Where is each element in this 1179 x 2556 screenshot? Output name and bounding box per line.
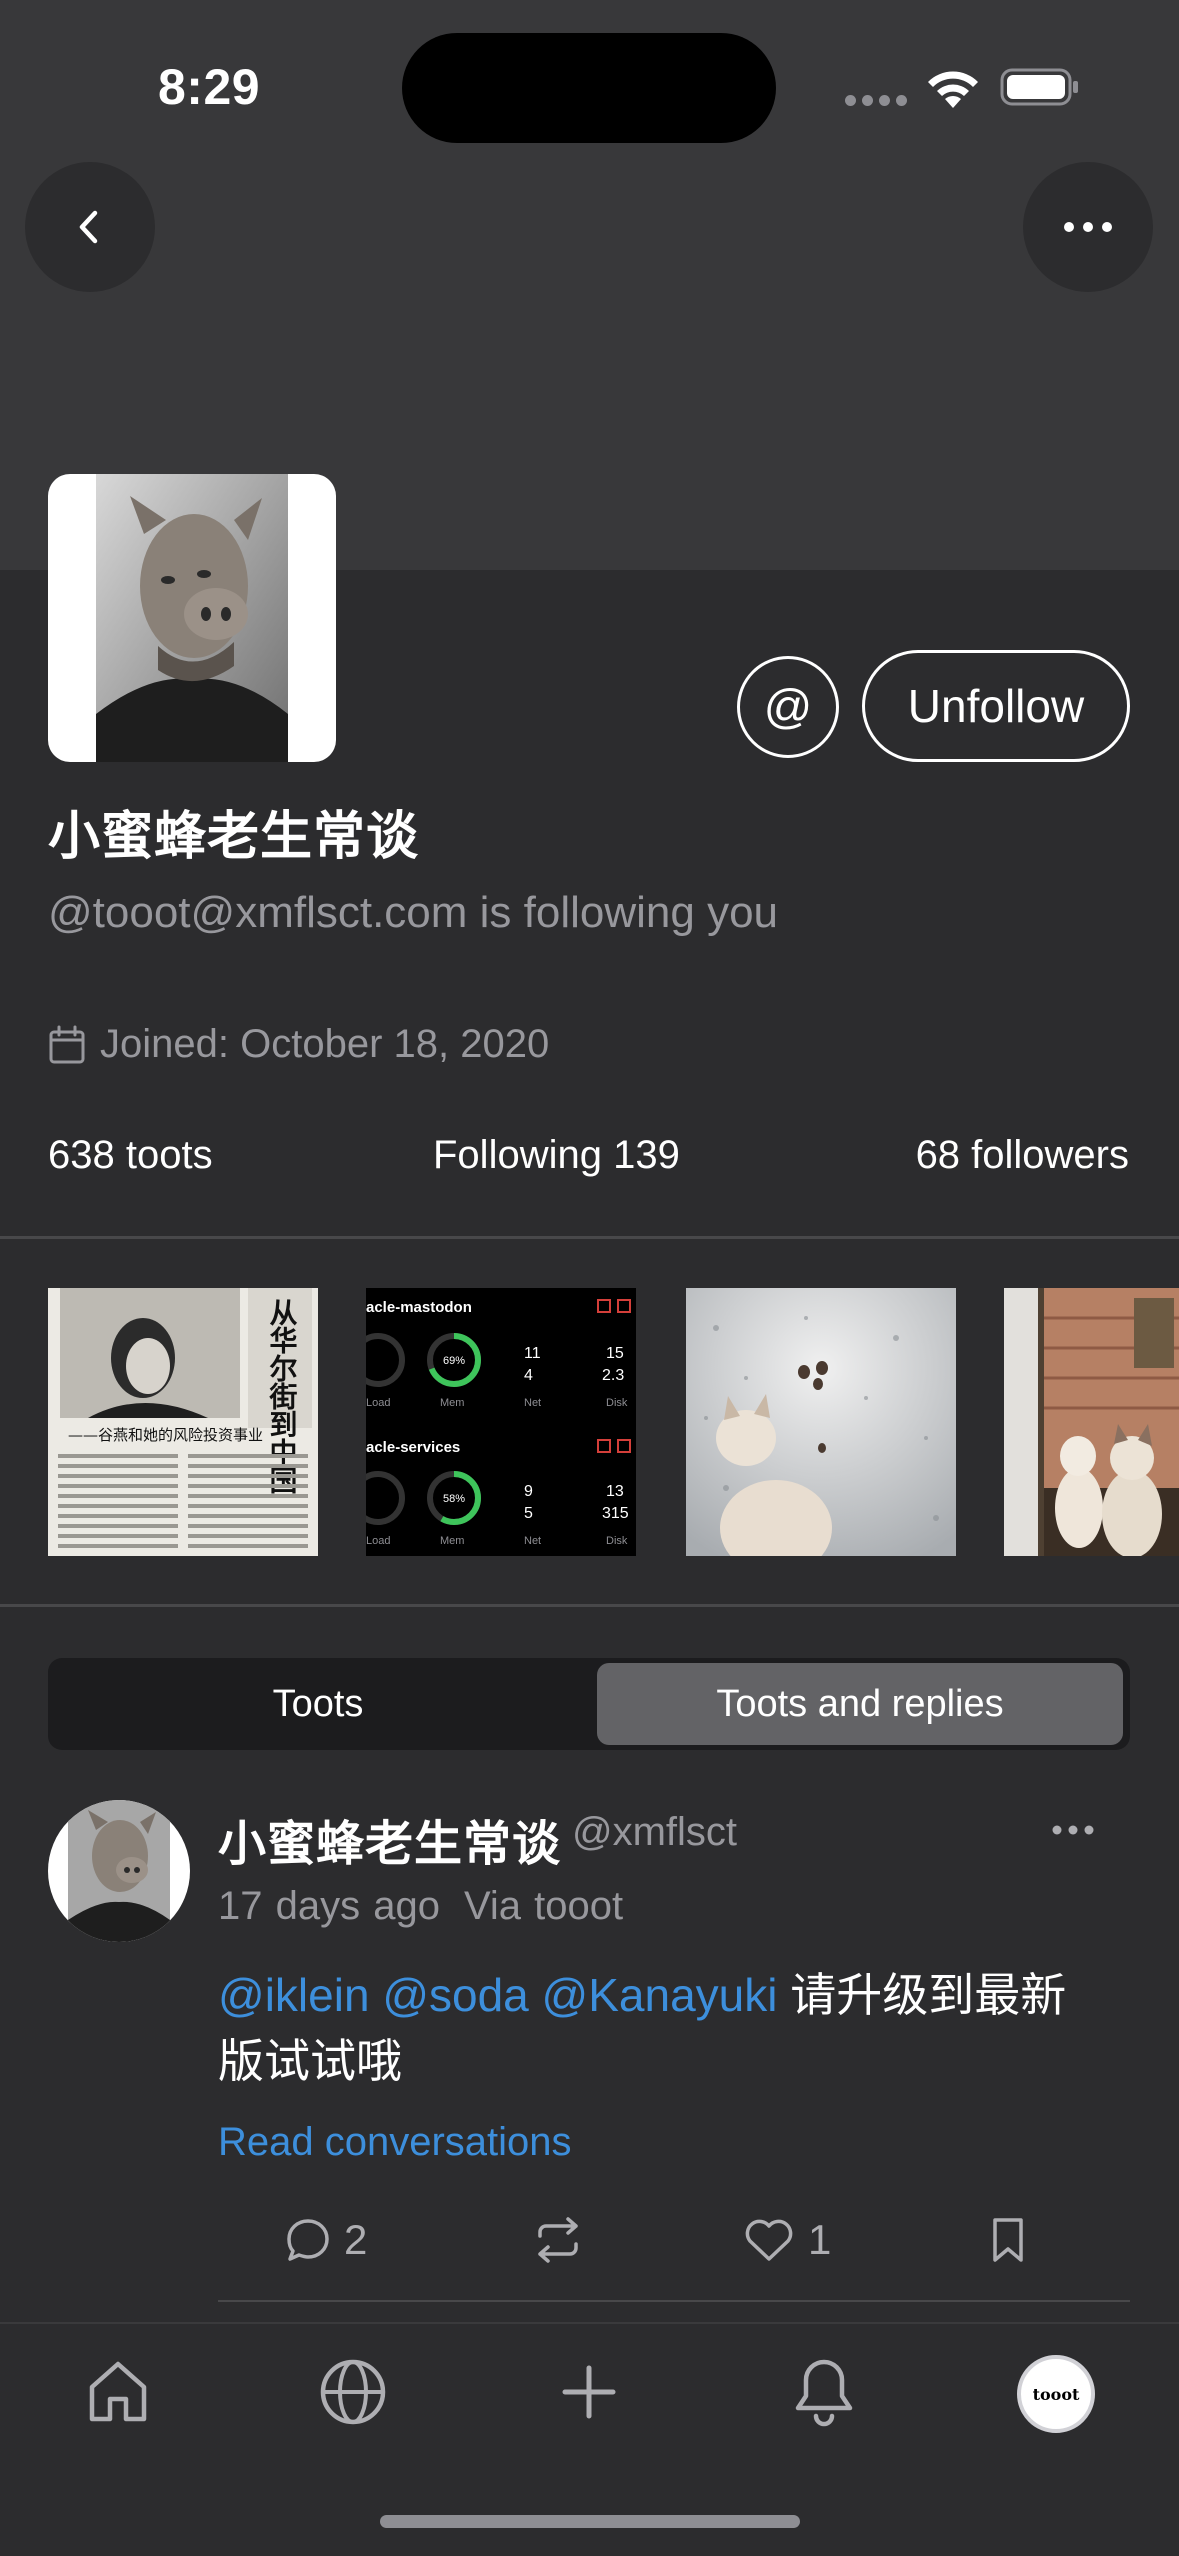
favourite-count: 1 xyxy=(808,2216,832,2263)
mem-label-2: Mem xyxy=(440,1535,464,1547)
tab-home[interactable] xyxy=(78,2352,158,2432)
tab-toots[interactable]: Toots xyxy=(48,1658,588,1750)
media-thumbnail-cats-window[interactable] xyxy=(1004,1288,1179,1556)
bookmark-button[interactable] xyxy=(990,2210,1038,2270)
net-label-2: Net xyxy=(524,1535,541,1547)
mention-button[interactable]: @ xyxy=(737,656,839,758)
media-thumbnail-cat-snow[interactable] xyxy=(686,1288,956,1556)
profile-handle: @tooot@xmflsct.com is following you xyxy=(48,888,779,937)
toots-count[interactable]: 638 toots xyxy=(48,1133,213,1178)
home-icon xyxy=(89,2361,147,2422)
app-logo-text: tooot xyxy=(1032,2384,1080,2404)
profile-display-name: 小蜜蜂老生常谈 xyxy=(48,808,420,866)
joined-date-row: Joined: October 18, 2020 xyxy=(48,1022,549,1067)
status-time: 8:29 xyxy=(158,59,261,115)
post-text: 版试试哦 xyxy=(218,2035,402,2087)
divider xyxy=(0,1604,1179,1607)
tab-explore[interactable] xyxy=(313,2352,393,2432)
net-2-up: 9 xyxy=(524,1483,533,1500)
post-meta: 17 days ago Via tooot xyxy=(218,1884,623,1929)
ellipsis-icon xyxy=(1064,222,1112,232)
net-2-down: 5 xyxy=(524,1505,533,1522)
bell-icon xyxy=(795,2359,853,2427)
server-2-name: acle-services xyxy=(366,1439,460,1456)
tab-notifications[interactable] xyxy=(784,2352,864,2432)
mention-link[interactable]: @Kanayuki xyxy=(542,1969,778,2021)
post-author-avatar[interactable] xyxy=(48,1800,190,1942)
heart-icon xyxy=(745,2219,793,2261)
bookmark-icon xyxy=(993,2218,1023,2262)
reply-count: 2 xyxy=(344,2216,368,2263)
reply-button[interactable]: 2 xyxy=(284,2210,367,2270)
server-1-name: acle-mastodon xyxy=(366,1299,472,1316)
globe-icon xyxy=(320,2359,386,2425)
post-author-name[interactable]: 小蜜蜂老生常谈 xyxy=(218,1804,561,1874)
mem-2-value: 58% xyxy=(443,1493,465,1505)
dynamic-island xyxy=(402,33,776,143)
back-button[interactable] xyxy=(25,162,155,292)
disk-1-up: 15 xyxy=(606,1345,624,1362)
cellular-signal-icon xyxy=(845,95,907,109)
timeline-segmented-control: Toots Toots and replies xyxy=(48,1658,1130,1750)
at-sign-icon: @ xyxy=(763,680,813,734)
mention-link[interactable]: @iklein xyxy=(218,1969,370,2021)
unfollow-button[interactable]: Unfollow xyxy=(862,650,1130,762)
boost-button[interactable] xyxy=(532,2210,596,2270)
favourite-button[interactable]: 1 xyxy=(742,2210,831,2270)
mem-1-value: 69% xyxy=(443,1355,465,1367)
post-more-button[interactable] xyxy=(1052,1822,1094,1840)
post-time: 17 days ago xyxy=(218,1884,440,1928)
more-options-button[interactable] xyxy=(1023,162,1153,292)
mem-label-1: Mem xyxy=(440,1397,464,1409)
net-1-down: 4 xyxy=(524,1367,533,1384)
disk-2-up: 13 xyxy=(606,1483,624,1500)
load-label-1: Load xyxy=(366,1397,390,1409)
home-indicator xyxy=(380,2515,800,2528)
net-label-1: Net xyxy=(524,1397,541,1409)
disk-1-down: 2.3 xyxy=(602,1367,624,1384)
post-content: @iklein @soda @Kanayuki 请升级到最新 版试试哦 xyxy=(218,1962,1138,2094)
tab-compose[interactable] xyxy=(549,2352,629,2432)
net-1-up: 11 xyxy=(524,1345,541,1362)
plus-icon xyxy=(562,2365,616,2419)
mention-link[interactable]: @soda xyxy=(382,1969,528,2021)
wifi-icon xyxy=(928,71,978,108)
pig-mask-portrait-image xyxy=(96,474,288,762)
joined-date: Joined: October 18, 2020 xyxy=(100,1022,550,1066)
media-thumbnail-server-stats[interactable]: acle-mastodon 69% 11 4 15 2.3 Load Mem N… xyxy=(366,1288,636,1556)
post-via: Via tooot xyxy=(463,1884,624,1928)
read-conversations-link[interactable]: Read conversations xyxy=(218,2120,572,2165)
post-text: 请升级到最新 xyxy=(790,1969,1067,2021)
newspaper-subheadline: ——谷燕和她的风险投资事业 xyxy=(68,1426,263,1444)
tab-profile-avatar[interactable]: tooot xyxy=(1017,2355,1095,2433)
divider xyxy=(0,1236,1179,1239)
disk-label-2: Disk xyxy=(606,1535,628,1547)
divider xyxy=(218,2300,1130,2302)
following-count[interactable]: Following 139 xyxy=(433,1133,680,1178)
load-label-2: Load xyxy=(366,1535,390,1547)
disk-label-1: Disk xyxy=(606,1397,628,1409)
repeat-icon xyxy=(538,2217,578,2263)
disk-2-down: 315 xyxy=(602,1505,629,1522)
tab-toots-and-replies[interactable]: Toots and replies xyxy=(597,1663,1123,1745)
battery-icon xyxy=(1000,68,1078,106)
profile-avatar[interactable] xyxy=(48,474,336,762)
chevron-left-icon xyxy=(79,210,98,244)
ellipsis-icon xyxy=(1052,1825,1094,1835)
pig-mask-avatar-image xyxy=(68,1800,170,1942)
calendar-icon xyxy=(49,1025,85,1063)
media-thumbnail-newspaper[interactable]: 从华尔街到中国 ——谷燕和她的风险投资事业 xyxy=(48,1288,318,1556)
followers-count[interactable]: 68 followers xyxy=(916,1133,1129,1178)
post-author-handle: @xmflsct xyxy=(572,1810,738,1854)
speech-bubble-icon xyxy=(287,2219,329,2261)
